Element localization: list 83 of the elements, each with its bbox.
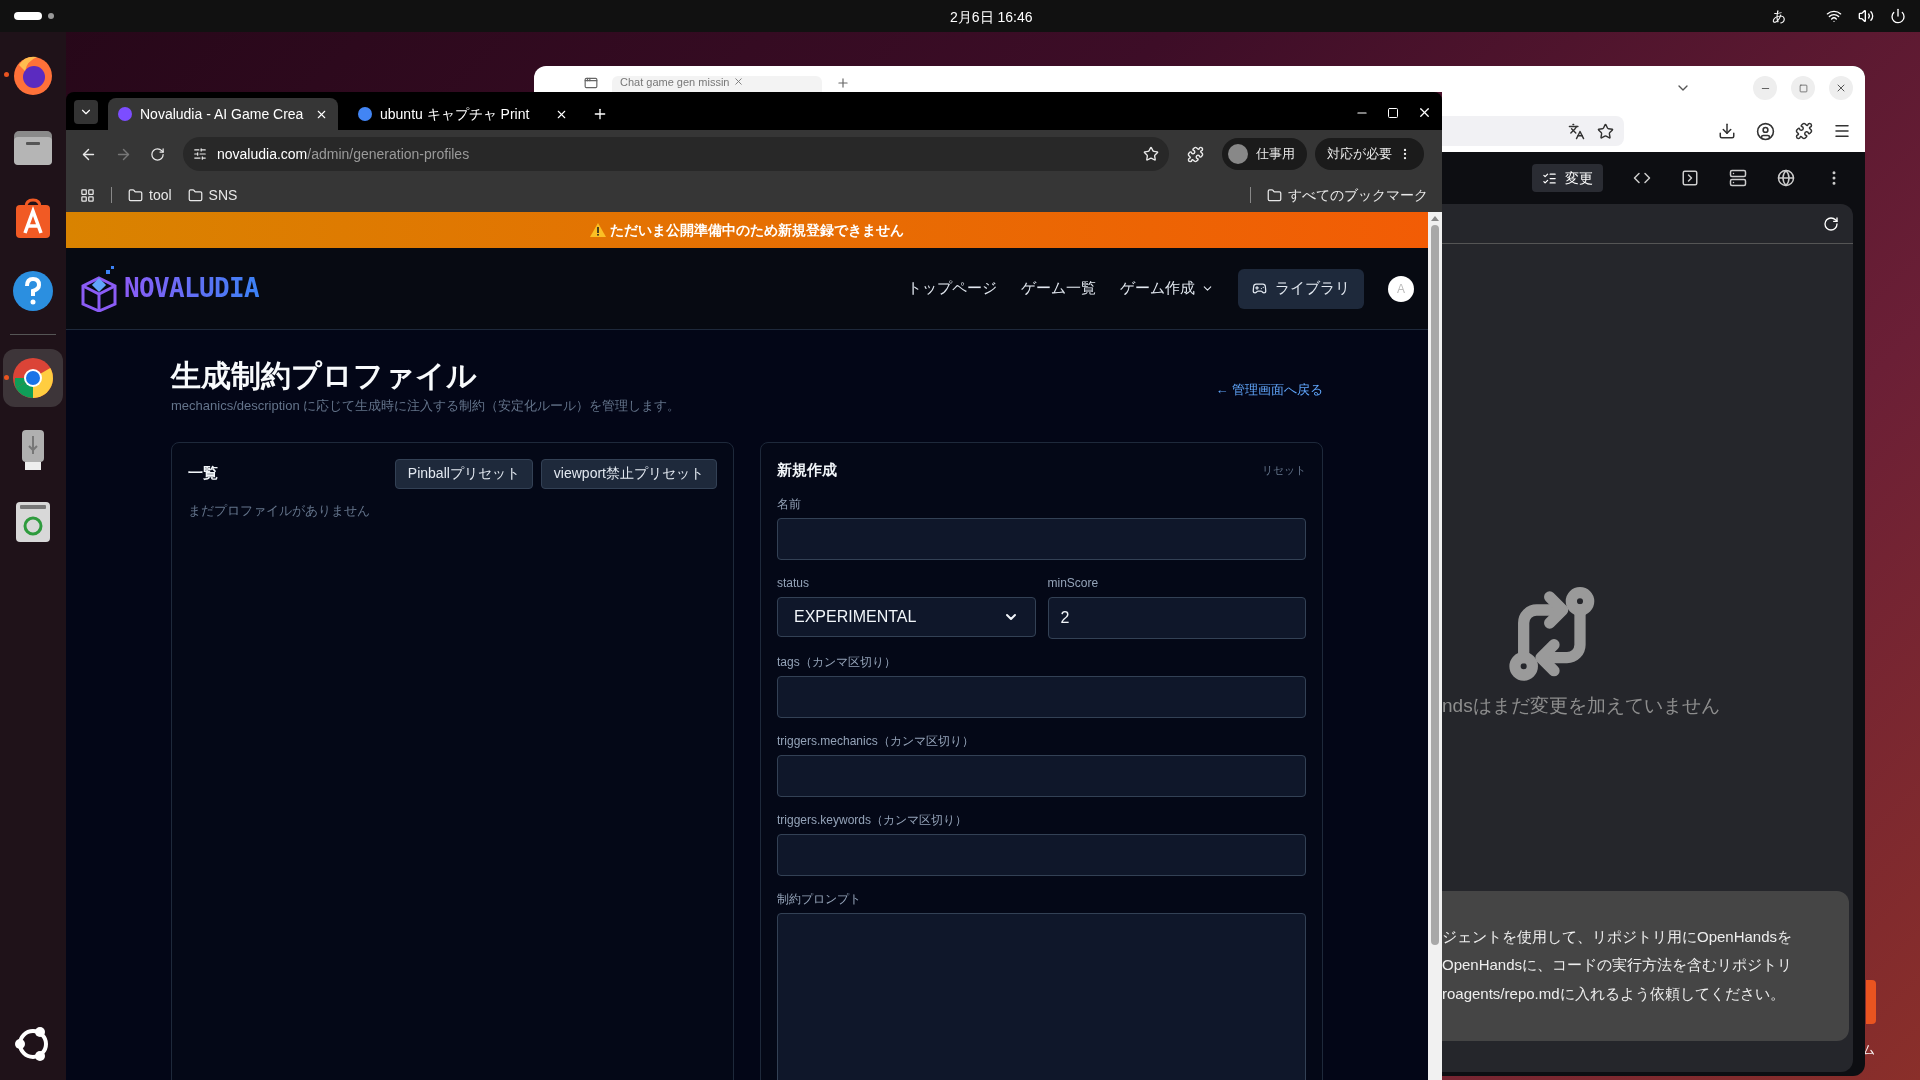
close-icon[interactable]	[1417, 105, 1432, 120]
input-method[interactable]: あ	[1772, 5, 1786, 27]
list-icon	[1542, 170, 1557, 186]
folder-icon	[128, 187, 143, 203]
favicon-icon	[118, 107, 132, 121]
empty-message: ndsはまだ変更を加えていません	[1442, 694, 1721, 718]
nav-link[interactable]: ゲーム一覧	[1021, 277, 1096, 300]
nav-link[interactable]: ゲーム作成	[1120, 277, 1214, 300]
page-subtitle: mechanics/description に応じて生成時に注入する制約（安定化ルール）を管理します。	[171, 397, 681, 415]
address-bar[interactable]: novaludia.com/admin/generation-profiles	[183, 137, 1169, 171]
empty-message: まだプロファイルがありません	[188, 501, 371, 520]
apps-icon[interactable]	[80, 187, 95, 203]
warning-banner: ただいま公開準備中のため新規登録できません	[66, 212, 1428, 248]
profile-avatar	[1228, 144, 1248, 164]
logo-cube-icon[interactable]	[80, 265, 118, 312]
star-icon[interactable]	[1597, 122, 1614, 140]
favicon-icon	[358, 107, 372, 121]
close-button[interactable]	[1829, 76, 1853, 100]
text-field[interactable]	[777, 834, 1306, 876]
field-label: status	[777, 575, 810, 592]
text-field[interactable]	[777, 755, 1306, 797]
address-bar[interactable]	[1442, 116, 1624, 146]
page-title: 生成制約プロファイル	[171, 358, 478, 394]
field-label: minScore	[1047, 575, 1100, 592]
bookmark-folder[interactable]: tool	[128, 184, 172, 206]
extensions-icon[interactable]	[1795, 122, 1813, 140]
tab-search-icon[interactable]	[584, 76, 598, 90]
menu-icon[interactable]	[1833, 122, 1851, 140]
text-field[interactable]	[777, 676, 1306, 718]
folder-icon	[1267, 187, 1282, 203]
card-title: 新規作成	[777, 459, 837, 480]
close-icon	[1835, 82, 1847, 94]
volume-icon[interactable]	[1858, 8, 1874, 24]
download-icon[interactable]	[1718, 122, 1736, 140]
card-title: 一覧	[188, 463, 218, 484]
browser-tab[interactable]: ubuntu キャプチャ Print	[348, 98, 578, 130]
field-label: tags（カンマ区切り）	[777, 654, 897, 671]
back-link[interactable]: ← 管理画面へ戻る	[1215, 380, 1323, 400]
hint-text: roagents/repo.mdに入れるよう依頼してください。	[1442, 983, 1786, 1004]
power-icon[interactable]	[1890, 8, 1906, 24]
help-icon	[11, 269, 55, 313]
date-time[interactable]: 2月6日 16:46	[950, 7, 1033, 28]
chrome-icon	[11, 356, 55, 400]
reload-icon[interactable]	[150, 146, 165, 162]
refresh-icon[interactable]	[1823, 215, 1839, 232]
field-label: triggers.keywords（カンマ区切り）	[777, 812, 969, 829]
browser-tab[interactable]: Novaludia - AI Game Crea	[108, 98, 338, 130]
profile-button[interactable]: 仕事用	[1222, 138, 1307, 170]
trash-icon	[13, 500, 53, 544]
translate-icon[interactable]	[1568, 122, 1585, 140]
tab-list-button[interactable]	[74, 100, 98, 124]
changes-tab[interactable]: 変更	[1532, 164, 1603, 192]
gamepad-icon	[1252, 281, 1267, 296]
dock-item[interactable]	[3, 349, 63, 407]
terminal-icon[interactable]	[1681, 169, 1699, 187]
folder-icon	[187, 187, 203, 203]
maximize-icon	[1798, 83, 1808, 93]
hint-text: OpenHandsに、コードの実行方法を含むリポジトリ	[1442, 955, 1794, 976]
wifi-icon[interactable]	[1826, 8, 1842, 24]
reset-link[interactable]: リセット	[1262, 461, 1306, 478]
browser-tab[interactable]: Chat game gen missin	[612, 76, 822, 92]
new-tab-icon[interactable]	[592, 106, 608, 122]
text-field[interactable]	[777, 518, 1306, 560]
status-select[interactable]: EXPERIMENTAL	[777, 597, 1036, 637]
preset-button[interactable]: viewport禁止プリセット	[540, 458, 717, 489]
preset-button[interactable]: Pinballプリセット	[394, 458, 533, 489]
warning-icon	[590, 223, 606, 237]
nav-link[interactable]: トップページ	[907, 277, 997, 300]
update-button[interactable]: 対応が必要	[1315, 138, 1424, 170]
hint-text: ジェントを使用して、リポジトリ用にOpenHandsを	[1442, 926, 1794, 947]
all-bookmarks-folder[interactable]: すべてのブックマーク	[1267, 184, 1428, 206]
field-label: 名前	[777, 496, 802, 513]
maximize-icon[interactable]	[1387, 106, 1399, 119]
site-info-icon[interactable]	[193, 147, 207, 161]
globe-icon[interactable]	[1777, 169, 1795, 187]
bookmark-folder[interactable]: SNS	[187, 184, 238, 206]
activities-icon[interactable]	[14, 12, 54, 20]
server-icon[interactable]	[1729, 169, 1747, 187]
account-icon[interactable]	[1756, 121, 1775, 141]
field-label: triggers.mechanics（カンマ区切り）	[777, 733, 975, 750]
library-button[interactable]: ライブラリ	[1238, 268, 1364, 309]
text-field[interactable]: 2	[1047, 597, 1306, 639]
field-label: 制約プロンプト	[777, 891, 862, 908]
